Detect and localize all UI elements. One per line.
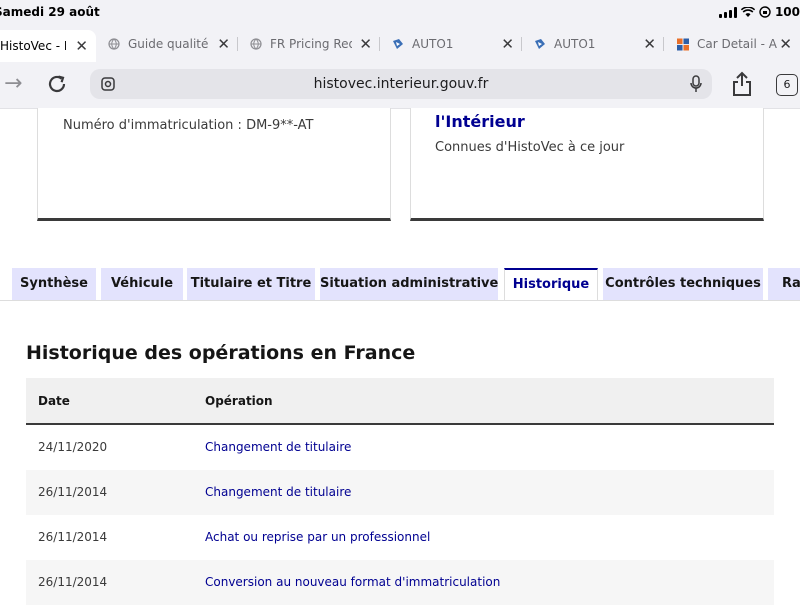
forward-arrow-icon[interactable]: → (4, 73, 22, 95)
column-header-operation: Opération (205, 394, 273, 408)
history-panel: Historique des opérations en France Date… (0, 300, 800, 605)
table-row: 26/11/2014 Achat ou reprise par un profe… (26, 515, 774, 560)
tab-count-button[interactable]: 6 (776, 74, 798, 96)
globe-icon (108, 38, 120, 50)
browser-tab-label: AUTO1 (554, 37, 596, 51)
close-icon[interactable]: ✕ (359, 35, 372, 53)
row-operation: Changement de titulaire (205, 440, 352, 454)
browser-tab-label: HistoVec - Rap (0, 39, 66, 53)
page-title: Historique des opérations en France (26, 342, 416, 364)
share-icon[interactable] (731, 71, 753, 97)
close-icon[interactable]: ✕ (75, 37, 88, 55)
url-text: histovec.interieur.gouv.fr (313, 76, 489, 92)
toolbar: → histovec.interieur.gouv.fr 6 (0, 62, 800, 109)
browser-tab-label: AUTO1 (412, 37, 454, 51)
address-bar[interactable]: histovec.interieur.gouv.fr (90, 69, 712, 99)
vehicle-plate-card: Numéro d'immatriculation : DM-9**-AT (37, 108, 391, 221)
row-operation: Conversion au nouveau format d'immatricu… (205, 575, 501, 589)
close-icon[interactable]: ✕ (501, 35, 514, 53)
status-indicators: 100 (718, 5, 800, 19)
row-date: 26/11/2014 (38, 530, 108, 544)
table-row: 24/11/2020 Changement de titulaire (26, 425, 774, 470)
auto1-icon (534, 38, 546, 50)
table-row: 26/11/2014 Conversion au nouveau format … (26, 560, 774, 605)
tab-titulaire-titre[interactable]: Titulaire et Titre (187, 268, 315, 300)
battery-text: 100 (774, 5, 800, 19)
tab-controles-techniques[interactable]: Contrôles techniques (603, 268, 763, 300)
browser-tab-label: FR Pricing Req (270, 37, 352, 51)
table-header: Date Opération (26, 378, 774, 425)
close-icon[interactable]: ✕ (217, 35, 230, 53)
tab-rapport[interactable]: Rap (768, 268, 800, 300)
ministry-title: l'Intérieur (435, 112, 525, 131)
report-tabs: Synthèse Véhicule Titulaire et Titre Sit… (0, 268, 800, 300)
browser-tab-bar: HistoVec - Rap ✕ Guide qualité - ✕ FR Pr… (0, 26, 800, 62)
browser-tab-label: Guide qualité - (128, 37, 210, 51)
table-row: 26/11/2014 Changement de titulaire (26, 470, 774, 515)
browser-tab-auto1-b[interactable]: AUTO1 ✕ (522, 30, 664, 58)
browser-tab-car-detail[interactable]: Car Detail - Ad ✕ (664, 30, 800, 58)
orientation-lock-icon (759, 6, 771, 18)
cellular-signal-icon (718, 6, 737, 18)
browser-tab-fr-pricing[interactable]: FR Pricing Req ✕ (238, 30, 380, 58)
history-table: Date Opération 24/11/2020 Changement de … (26, 378, 774, 605)
row-operation: Changement de titulaire (205, 485, 352, 499)
tab-situation-administrative[interactable]: Situation administrative (320, 268, 498, 300)
browser-tab-guide-qualite[interactable]: Guide qualité - ✕ (96, 30, 238, 58)
row-date: 26/11/2014 (38, 485, 108, 499)
status-date: Samedi 29 août (0, 5, 100, 19)
tab-vehicule[interactable]: Véhicule (101, 268, 183, 300)
column-header-date: Date (38, 394, 70, 408)
browser-tab-label: Car Detail - Ad (697, 37, 777, 51)
browser-tab-auto1-a[interactable]: AUTO1 ✕ (380, 30, 522, 58)
browser-tab-histovec[interactable]: HistoVec - Rap ✕ (0, 30, 96, 62)
globe-icon (250, 38, 262, 50)
row-date: 26/11/2014 (38, 575, 108, 589)
wifi-icon (740, 6, 755, 17)
row-date: 24/11/2020 (38, 440, 108, 454)
row-operation: Achat ou reprise par un professionnel (205, 530, 431, 544)
ministry-card: l'Intérieur Connues d'HistoVec à ce jour (410, 108, 764, 221)
auto1-icon (392, 38, 404, 50)
plate-number-text: Numéro d'immatriculation : DM-9**-AT (63, 118, 314, 133)
car-detail-icon (677, 38, 689, 50)
microphone-icon[interactable] (690, 75, 702, 93)
known-text: Connues d'HistoVec à ce jour (435, 140, 625, 155)
tab-synthese[interactable]: Synthèse (12, 268, 96, 300)
reload-icon[interactable] (46, 73, 68, 95)
tab-historique[interactable]: Historique (504, 268, 598, 300)
status-bar: Samedi 29 août 100 (0, 0, 800, 26)
close-icon[interactable]: ✕ (643, 35, 656, 53)
close-icon[interactable]: ✕ (779, 35, 792, 53)
